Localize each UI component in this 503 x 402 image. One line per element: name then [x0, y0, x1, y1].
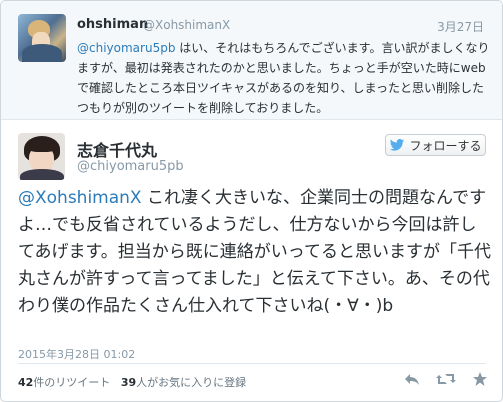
context-handle[interactable]: @XohshimanX — [143, 18, 230, 32]
tweet-text: @XohshimanX これ凄く大きいな、企業同士の問題なんですよ…でも反省され… — [18, 185, 492, 320]
follow-button[interactable]: フォローする — [385, 134, 486, 156]
divider — [18, 363, 486, 364]
tweet-stats: 42件のリツイート 39人がお気に入りに登録 — [18, 374, 246, 390]
context-mention-link[interactable]: @chiyomaru5pb — [77, 41, 175, 55]
retweet-label: 件のリツイート — [33, 376, 111, 389]
reply-icon[interactable] — [404, 371, 420, 387]
retweet-icon[interactable] — [436, 371, 456, 387]
star-icon[interactable] — [472, 371, 488, 387]
author-display-name[interactable]: 志倉千代丸 — [77, 137, 157, 161]
favorite-stat[interactable]: 39人がお気に入りに登録 — [121, 376, 246, 389]
context-date[interactable]: 3月27日 — [437, 18, 484, 35]
follow-button-label: フォローする — [409, 138, 482, 153]
avatar[interactable] — [18, 14, 66, 62]
context-tweet-text: @chiyomaru5pb はい、それはもちろんでございます。言い訳がましくなり… — [77, 38, 491, 118]
reply-context-tweet[interactable]: ohshiman @XohshimanX 3月27日 @chiyomaru5pb… — [1, 1, 502, 120]
author-handle[interactable]: @chiyomaru5pb — [77, 159, 184, 174]
retweet-count: 42 — [18, 376, 34, 389]
favorite-label: 人がお気に入りに登録 — [136, 376, 247, 389]
tweet-card: ohshiman @XohshimanX 3月27日 @chiyomaru5pb… — [0, 0, 503, 402]
retweet-stat[interactable]: 42件のリツイート — [18, 376, 110, 389]
tweet-actions — [404, 371, 488, 387]
avatar[interactable] — [18, 133, 65, 180]
mention-link[interactable]: @XohshimanX — [18, 188, 142, 208]
favorite-count: 39 — [120, 376, 137, 389]
context-display-name[interactable]: ohshiman — [77, 17, 148, 32]
twitter-bird-icon — [390, 139, 405, 151]
tweet-timestamp[interactable]: 2015年3月28日 01:02 — [18, 346, 135, 362]
